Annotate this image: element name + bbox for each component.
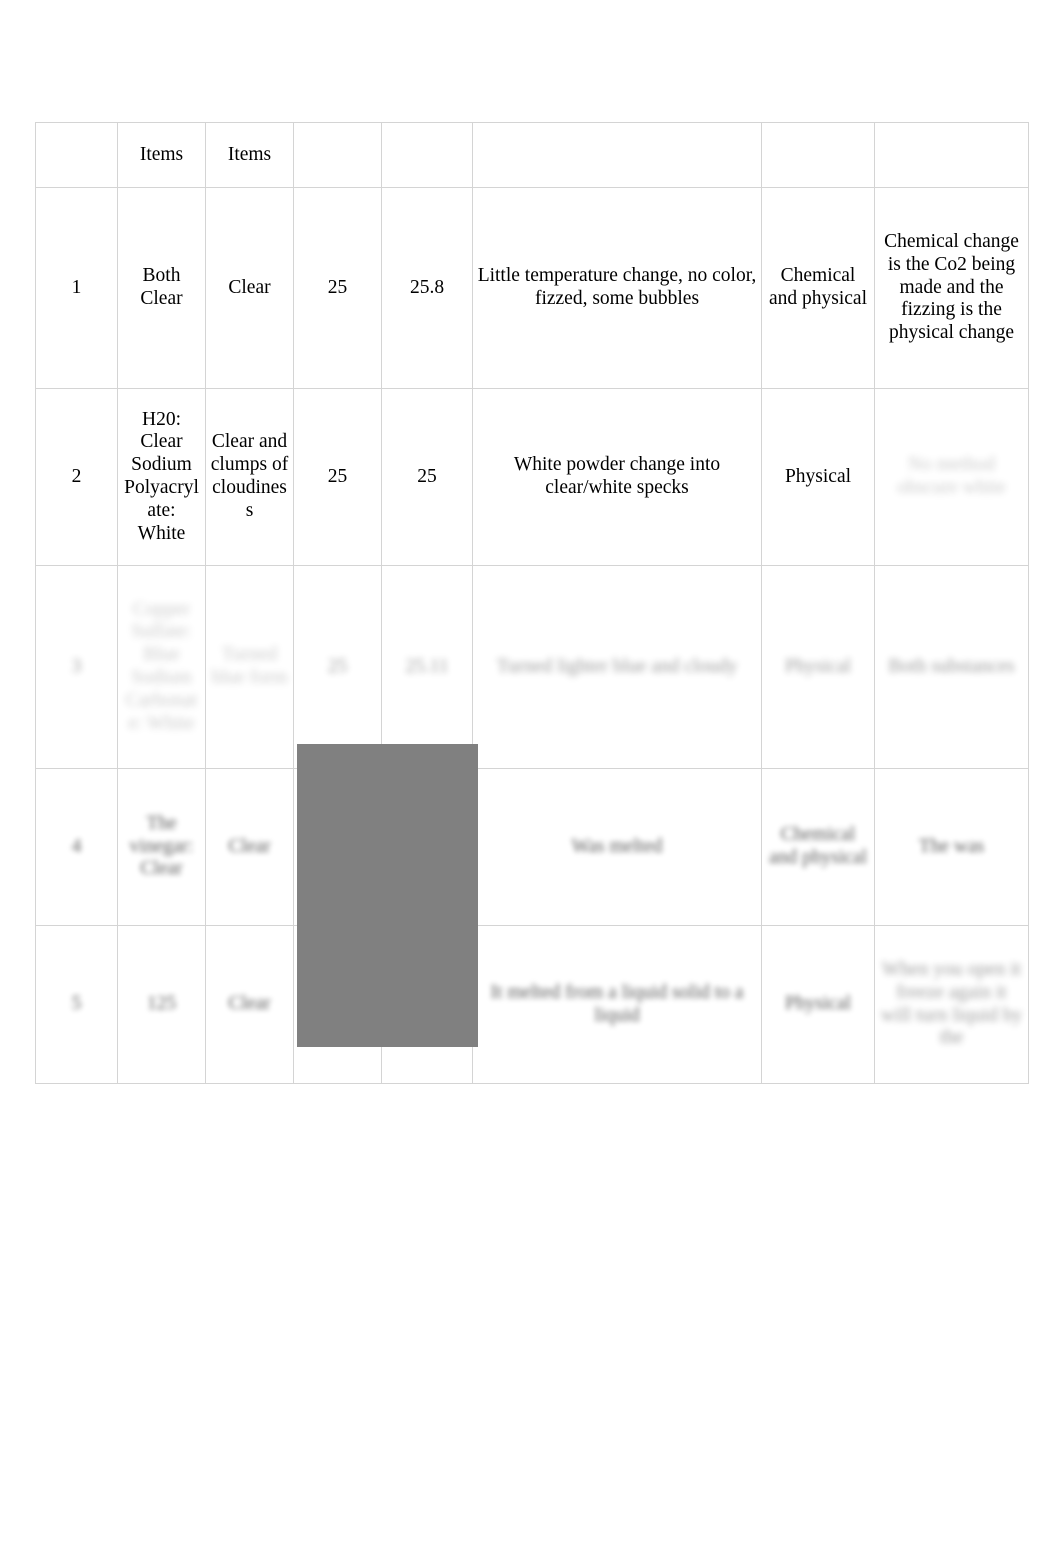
table-row: 2 H20: Clear Sodium Polyacrylate: White … (35, 388, 1029, 566)
row3-cell-observations: Turned lighter blue and cloudy (472, 565, 762, 769)
header-cell-2: Items (117, 122, 206, 188)
table-row: 1 Both Clear Clear 25 25.8 Little temper… (35, 187, 1029, 389)
row1-value-after-appearance: Clear (228, 276, 271, 298)
row3-value-explanation: Both substances (888, 655, 1015, 677)
row2-cell-change-type: Physical (761, 388, 875, 566)
row5-value-before-appearance: 125 (146, 993, 177, 1015)
row5-value-after-appearance: Clear (228, 993, 271, 1015)
row1-value-observations: Little temperature change, no color, fiz… (477, 265, 757, 309)
row2-value-number: 2 (71, 465, 82, 487)
observation-table: Items Items 1 Both Clear Clear 25 25.8 L… (35, 122, 1029, 1084)
document-page: Items Items 1 Both Clear Clear 25 25.8 L… (0, 0, 1062, 1556)
row2-value-temp-final: 25 (417, 465, 437, 487)
row4-value-after-appearance: Clear (228, 835, 271, 857)
row2-cell-after-appearance: Clear and clumps of cloudiness (205, 388, 294, 566)
row5-cell-observations: It melted from a liquid solid to a liqui… (472, 925, 762, 1084)
header-cell-4 (293, 122, 382, 188)
row2-value-after-appearance: Clear and clumps of cloudiness (210, 431, 289, 521)
observation-table-container: Items Items 1 Both Clear Clear 25 25.8 L… (35, 122, 1029, 1084)
header-cell-1 (35, 122, 118, 188)
row2-cell-observations: White powder change into clear/white spe… (472, 388, 762, 566)
row1-value-change-type: Chemical and physical (768, 265, 867, 309)
row3-cell-before-appearance: Copper Sulfate: Blue Sodium Carbonate: W… (117, 565, 206, 769)
row5-cell-number: 5 (35, 925, 118, 1084)
row1-cell-explanation: Chemical change is the Co2 being made an… (874, 187, 1029, 389)
row2-cell-explanation: No method obscure white (874, 388, 1029, 566)
row3-value-temp-initial: 25 (327, 655, 348, 677)
row3-value-number: 3 (71, 655, 82, 677)
row5-value-explanation: When you open it freeze again it will tu… (880, 958, 1023, 1049)
row1-cell-observations: Little temperature change, no color, fiz… (472, 187, 762, 389)
row3-cell-after-appearance: Turned blue form (205, 565, 294, 769)
row1-value-temp-initial: 25 (327, 276, 348, 298)
row1-cell-change-type: Chemical and physical (761, 187, 875, 389)
row4-value-observations: Was melted (571, 835, 663, 857)
row5-value-observations: It melted from a liquid solid to a liqui… (490, 981, 744, 1026)
header-cell-6 (472, 122, 762, 188)
row1-cell-temp-initial: 25 (293, 187, 382, 389)
row3-cell-number: 3 (35, 565, 118, 769)
row1-value-number: 1 (71, 276, 82, 298)
row5-cell-explanation: When you open it freeze again it will tu… (874, 925, 1029, 1084)
row2-value-explanation: No method obscure white (897, 454, 1006, 498)
row3-value-after-appearance: Turned blue form (211, 644, 288, 688)
row4-cell-after-appearance: Clear (205, 768, 294, 926)
header-label-2: Items (139, 143, 184, 165)
row3-cell-temp-final: 25.11 (381, 565, 473, 769)
row4-cell-explanation: The was (874, 768, 1029, 926)
table-header-row: Items Items (35, 122, 1029, 188)
row1-value-temp-final: 25.8 (409, 276, 445, 298)
header-cell-7 (761, 122, 875, 188)
row3-value-observations: Turned lighter blue and cloudy (496, 655, 738, 677)
row2-cell-temp-final: 25 (381, 388, 473, 566)
row4-value-change-type: Chemical and physical (768, 824, 867, 868)
row4-cell-observations: Was melted (472, 768, 762, 926)
row1-cell-temp-final: 25.8 (381, 187, 473, 389)
table-row: 5 125 Clear It melted from a liquid soli… (35, 925, 1029, 1084)
row3-cell-temp-initial: 25 (293, 565, 382, 769)
row2-value-temp-initial: 25 (327, 465, 348, 487)
row3-value-temp-final: 25.11 (405, 655, 449, 677)
row4-value-number: 4 (71, 835, 82, 857)
row2-value-observations: White powder change into clear/white spe… (513, 454, 721, 498)
row1-value-explanation: Chemical change is the Co2 being made an… (884, 230, 1019, 344)
row4-cell-change-type: Chemical and physical (761, 768, 875, 926)
header-cell-5 (381, 122, 473, 188)
row4-cell-before-appearance: The vinegar: Clear (117, 768, 206, 926)
row1-cell-after-appearance: Clear (205, 187, 294, 389)
row4-value-explanation: The was (918, 835, 985, 857)
header-cell-8 (874, 122, 1029, 188)
row4-value-before-appearance: The vinegar: Clear (129, 812, 194, 880)
table-row: 3 Copper Sulfate: Blue Sodium Carbonate:… (35, 565, 1029, 769)
row4-cell-number: 4 (35, 768, 118, 926)
row5-cell-after-appearance: Clear (205, 925, 294, 1084)
row5-value-number: 5 (71, 993, 82, 1015)
row1-cell-before-appearance: Both Clear (117, 187, 206, 389)
row5-cell-change-type: Physical (761, 925, 875, 1084)
row3-cell-change-type: Physical (761, 565, 875, 769)
row3-value-change-type: Physical (784, 655, 852, 677)
row5-value-change-type: Physical (784, 993, 852, 1015)
row2-cell-temp-initial: 25 (293, 388, 382, 566)
header-label-3: Items (227, 143, 272, 165)
row1-value-before-appearance: Both Clear (140, 265, 183, 309)
row3-value-before-appearance: Copper Sulfate: Blue Sodium Carbonate: W… (125, 598, 198, 734)
table-row: 4 The vinegar: Clear Clear Was melted Ch… (35, 768, 1029, 926)
header-cell-3: Items (205, 122, 294, 188)
row3-cell-explanation: Both substances (874, 565, 1029, 769)
redaction-block (297, 744, 478, 1047)
row1-cell-number: 1 (35, 187, 118, 389)
row2-value-before-appearance: H20: Clear Sodium Polyacrylate: White (124, 408, 199, 544)
row2-cell-number: 2 (35, 388, 118, 566)
row2-value-change-type: Physical (784, 465, 852, 487)
row5-cell-before-appearance: 125 (117, 925, 206, 1084)
row2-cell-before-appearance: H20: Clear Sodium Polyacrylate: White (117, 388, 206, 566)
